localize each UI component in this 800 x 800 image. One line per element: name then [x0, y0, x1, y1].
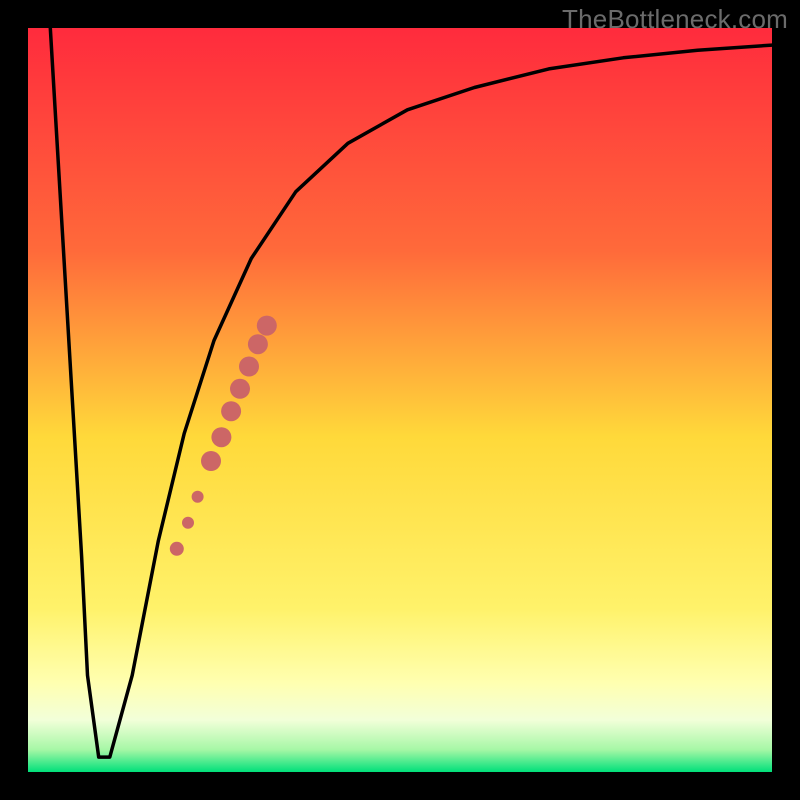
scatter-point — [170, 542, 184, 556]
scatter-point — [201, 451, 221, 471]
watermark-text: TheBottleneck.com — [562, 4, 788, 35]
scatter-point — [248, 334, 268, 354]
scatter-point — [239, 357, 259, 377]
scatter-point — [221, 401, 241, 421]
scatter-point — [257, 316, 277, 336]
chart-frame: TheBottleneck.com — [0, 0, 800, 800]
scatter-point — [182, 517, 194, 529]
chart-svg — [28, 28, 772, 772]
scatter-point — [192, 491, 204, 503]
plot-area — [28, 28, 772, 772]
scatter-point — [211, 427, 231, 447]
scatter-point — [230, 379, 250, 399]
gradient-background — [28, 28, 772, 772]
